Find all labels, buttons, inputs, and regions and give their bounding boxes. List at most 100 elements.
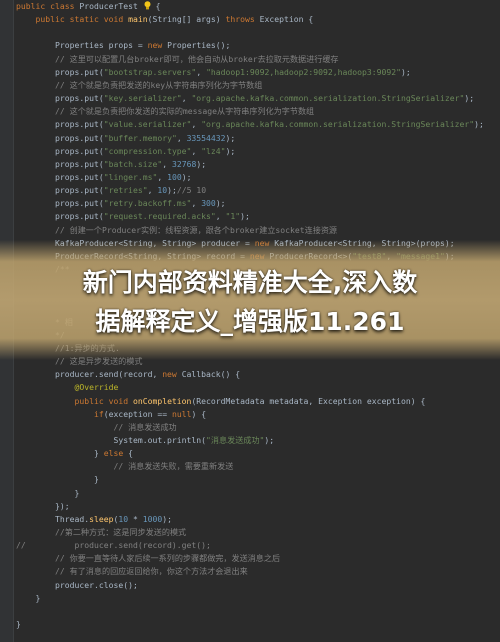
code-token: }); — [16, 500, 70, 511]
code-line[interactable]: } — [16, 592, 40, 605]
code-line[interactable]: props.put("retries", 10);//5 10 — [16, 184, 206, 197]
code-token: props.put( — [16, 158, 104, 169]
code-token: props.put( — [16, 185, 104, 196]
code-token: Properties(); — [167, 40, 231, 51]
code-token: ); — [240, 211, 250, 222]
code-line[interactable]: // 消息发送失败，需要重新发送 — [16, 460, 233, 473]
code-token: ) { — [191, 408, 207, 419]
code-line[interactable]: props.put("retry.backoff.ms", 300); — [16, 197, 226, 210]
code-token: ); — [400, 66, 411, 77]
code-token: onCompletion — [132, 395, 192, 406]
code-line[interactable]: producer.close(); — [16, 579, 138, 592]
code-token: Thread. — [16, 513, 90, 524]
code-token: "batch.size" — [103, 158, 163, 169]
code-token: 100 — [167, 171, 182, 182]
code-line[interactable]: public class ProducerTest { — [16, 0, 160, 13]
code-token: Properties props = — [16, 40, 148, 51]
code-token: "key.serializer" — [103, 93, 182, 104]
code-token: "request.required.acks" — [103, 211, 216, 222]
code-token: "buffer.memory" — [103, 132, 177, 143]
code-token: new — [162, 369, 182, 380]
code-token: ); — [474, 119, 484, 130]
code-token: 10 — [157, 185, 168, 196]
code-token: System.out.println( — [16, 434, 207, 445]
code-token: else — [103, 448, 129, 459]
code-line[interactable]: // 这里可以配置几台broker即可，他会自动从broker去拉取元数据进行缓… — [16, 53, 339, 66]
code-token: ); — [162, 513, 172, 524]
headline-overlay: 新门内部资料精准大全,深入数 据解释定义_增强版11.261 — [0, 240, 500, 360]
code-token: "消息发送成功" — [206, 434, 265, 445]
code-line[interactable]: public static void main(String[] args) t… — [16, 13, 313, 26]
code-line[interactable]: } — [16, 618, 21, 631]
code-token: "compression.type" — [103, 145, 192, 156]
code-token: , — [147, 185, 158, 196]
code-line[interactable]: props.put("buffer.memory", 33554432); — [16, 132, 235, 145]
code-token: if — [16, 408, 104, 419]
code-token: ); — [464, 93, 475, 104]
code-token: , — [157, 171, 168, 182]
code-line[interactable]: Thread.sleep(10 * 1000); — [16, 513, 172, 526]
code-line[interactable]: @Override — [16, 381, 118, 394]
code-line[interactable]: // 有了消息的回应返回给你，你这个方法才会退出来 — [16, 565, 248, 578]
code-line[interactable]: //第二种方式：这是同步发送的模式 — [16, 526, 186, 539]
code-line[interactable]: if(exception == null) { — [16, 408, 206, 421]
code-line[interactable]: public void onCompletion(RecordMetadata … — [16, 395, 425, 408]
code-token: , — [162, 158, 172, 169]
code-token: props.put( — [16, 211, 104, 222]
code-line[interactable]: producer.send(record, new Callback() { — [16, 368, 240, 381]
code-token: null — [171, 408, 192, 419]
code-token: , — [215, 211, 226, 222]
code-token: } — [16, 487, 80, 498]
code-token: "1" — [225, 211, 241, 222]
code-token: // 这里可以配置几台broker即可，他会自动从broker去拉取元数据进行缓… — [16, 53, 339, 64]
code-line[interactable]: // producer.send(record).get(); — [16, 539, 211, 552]
code-token: // 创建一个Producer实例：线程资源，跟各个broker建立socket… — [16, 224, 338, 235]
code-token: props.put( — [16, 132, 104, 143]
code-token: props.put( — [16, 171, 104, 182]
overlay-title-line1: 新门内部资料精准大全,深入数 — [82, 268, 418, 297]
code-token: } — [16, 448, 104, 459]
code-token: , — [181, 93, 192, 104]
code-line[interactable]: } — [16, 473, 99, 486]
code-token: ); — [181, 171, 192, 182]
code-token: } — [16, 474, 99, 485]
code-token: // 这个就是负责把发送的key从字符串序列化为字节数组 — [16, 79, 263, 90]
code-line[interactable]: props.put("bootstrap.servers", "hadoop1:… — [16, 66, 411, 79]
code-token: public class — [16, 1, 80, 11]
code-line[interactable]: props.put("key.serializer", "org.apache.… — [16, 92, 474, 105]
code-token: //5 10 — [176, 185, 207, 196]
code-token: // 这个就是负责把你发送的实际的message从字符串序列化为字节数组 — [16, 106, 315, 117]
code-line[interactable]: props.put("value.serializer", "org.apach… — [16, 118, 484, 131]
code-line[interactable]: } — [16, 487, 79, 500]
code-token: ); — [225, 132, 236, 143]
code-token: , — [176, 132, 187, 143]
code-token: new — [147, 40, 168, 51]
code-token: 33554432 — [186, 132, 226, 143]
lightbulb-icon[interactable] — [144, 1, 151, 10]
code-token: Callback() { — [181, 369, 241, 380]
code-token: , — [191, 119, 202, 130]
code-token: } — [16, 619, 21, 630]
code-token: producer.send(record, — [16, 369, 163, 380]
code-token: sleep — [89, 513, 114, 524]
code-line[interactable]: Properties props = new Properties(); — [16, 39, 230, 52]
code-token: // 你要一直等待人家后续一系列的步骤都做完，发送消息之后 — [16, 553, 281, 564]
code-token: 1000 — [142, 513, 163, 524]
code-token: "retry.backoff.ms" — [103, 198, 192, 209]
code-token: // 有了消息的回应返回给你，你这个方法才会退出来 — [16, 566, 248, 577]
code-line[interactable]: // 消息发送成功 — [16, 421, 176, 434]
code-token: producer.close(); — [16, 579, 138, 590]
code-line[interactable]: // 这个就是负责把你发送的实际的message从字符串序列化为字节数组 — [16, 105, 314, 118]
code-line[interactable]: props.put("request.required.acks", "1"); — [16, 210, 250, 223]
code-line[interactable]: props.put("compression.type", "lz4"); — [16, 145, 235, 158]
code-token: public static void — [16, 14, 129, 25]
code-token: throws — [225, 14, 260, 25]
code-line[interactable]: }); — [16, 500, 70, 513]
code-line[interactable]: } else { — [16, 447, 133, 460]
code-line[interactable]: // 创建一个Producer实例：线程资源，跟各个broker建立socket… — [16, 224, 337, 237]
code-line[interactable]: props.put("linger.ms", 100); — [16, 171, 191, 184]
code-line[interactable]: // 你要一直等待人家后续一系列的步骤都做完，发送消息之后 — [16, 552, 280, 565]
code-line[interactable]: System.out.println("消息发送成功"); — [16, 434, 274, 447]
code-line[interactable]: props.put("batch.size", 32768); — [16, 158, 206, 171]
code-line[interactable]: // 这个就是负责把发送的key从字符串序列化为字节数组 — [16, 79, 262, 92]
